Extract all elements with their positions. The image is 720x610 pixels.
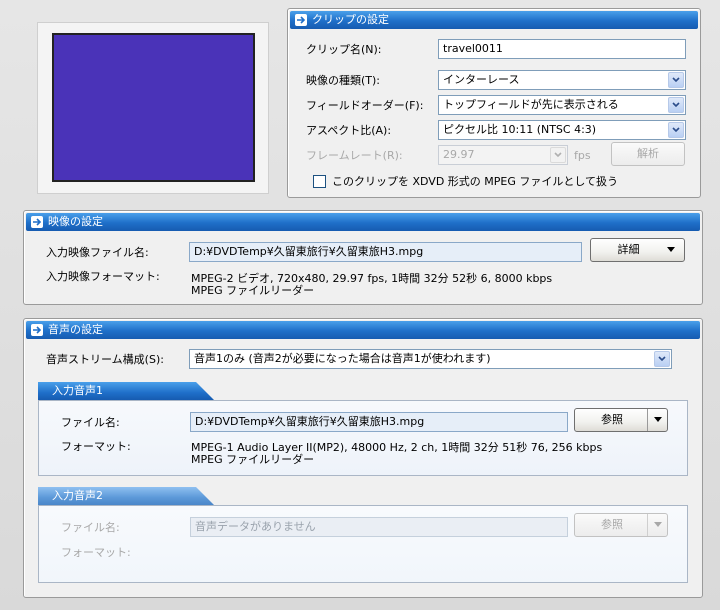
audio-settings-header: 音声の設定 [26, 321, 700, 339]
video-format-line2: MPEG ファイルリーダー [191, 284, 315, 297]
audio1-browse-label: 参照 [601, 413, 623, 426]
audio1-file-label: ファイル名: [61, 416, 120, 429]
framerate-unit: fps [574, 149, 591, 162]
aspect-select[interactable]: ピクセル比 10:11 (NTSC 4:3) [438, 120, 686, 140]
audio-settings-panel: 音声の設定 音声ストリーム構成(S): 音声1のみ (音声2が必要になった場合は… [23, 318, 703, 598]
analyze-button[interactable]: 解析 [611, 142, 685, 166]
field-order-select[interactable]: トップフィールドが先に表示される [438, 95, 686, 115]
triangle-down-icon[interactable] [647, 514, 667, 536]
arrow-right-icon [31, 324, 43, 336]
audio-stream-label: 音声ストリーム構成(S): [46, 353, 164, 366]
video-settings-title: 映像の設定 [48, 215, 103, 228]
chevron-down-icon[interactable] [668, 72, 684, 88]
audio2-file-input[interactable]: 音声データがありません [190, 517, 568, 537]
clip-name-label: クリップ名(N): [306, 43, 382, 56]
triangle-down-icon [666, 239, 676, 269]
chevron-down-icon[interactable] [550, 147, 566, 163]
video-preview [52, 33, 255, 182]
audio-stream-select[interactable]: 音声1のみ (音声2が必要になった場合は音声1が使われます) [189, 349, 672, 369]
audio2-format-label: フォーマット: [61, 546, 131, 559]
audio2-browse-label: 参照 [601, 518, 623, 531]
video-settings-panel: 映像の設定 入力映像ファイル名: D:¥DVDTemp¥久留東旅行¥久留東旅H3… [23, 210, 703, 305]
audio2-file-label: ファイル名: [61, 521, 120, 534]
audio-settings-title: 音声の設定 [48, 323, 103, 336]
video-format-label: 入力映像フォーマット: [46, 270, 160, 283]
framerate-label: フレームレート(R): [306, 149, 403, 162]
details-label: 詳細 [617, 243, 640, 256]
arrow-right-icon [295, 14, 307, 26]
input-audio1-tab: 入力音声1 [38, 382, 214, 400]
xdvd-checkbox-label: このクリップを XDVD 形式の MPEG ファイルとして扱う [332, 175, 619, 188]
video-type-value: インターレース [443, 73, 520, 86]
framerate-select[interactable]: 29.97 [438, 145, 568, 165]
video-file-input[interactable]: D:¥DVDTemp¥久留東旅行¥久留東旅H3.mpg [189, 242, 582, 262]
audio-stream-value: 音声1のみ (音声2が必要になった場合は音声1が使われます) [194, 352, 491, 365]
field-order-value: トップフィールドが先に表示される [443, 98, 619, 111]
video-type-label: 映像の種類(T): [306, 74, 381, 87]
audio1-format-line2: MPEG ファイルリーダー [191, 453, 315, 466]
details-button[interactable]: 詳細 [590, 238, 685, 262]
arrow-right-icon [31, 216, 43, 228]
video-file-label: 入力映像ファイル名: [46, 246, 149, 259]
audio1-browse-button[interactable]: 参照 [574, 408, 668, 432]
audio2-browse-button[interactable]: 参照 [574, 513, 668, 537]
input-audio2-tab: 入力音声2 [38, 487, 214, 505]
input-audio2-box: ファイル名: 音声データがありません 参照 フォーマット: [38, 505, 688, 583]
audio1-file-input[interactable]: D:¥DVDTemp¥久留東旅行¥久留東旅H3.mpg [190, 412, 568, 432]
audio1-format-label: フォーマット: [61, 440, 131, 453]
clip-settings-title: クリップの設定 [312, 13, 389, 26]
chevron-down-icon[interactable] [668, 97, 684, 113]
video-settings-header: 映像の設定 [26, 213, 700, 231]
clip-settings-header: クリップの設定 [290, 11, 698, 29]
chevron-down-icon[interactable] [654, 351, 670, 367]
aspect-label: アスペクト比(A): [306, 124, 392, 137]
clip-settings-panel: クリップの設定 クリップ名(N): travel0011 映像の種類(T): イ… [287, 8, 701, 198]
input-audio1-box: ファイル名: D:¥DVDTemp¥久留東旅行¥久留東旅H3.mpg 参照 フォ… [38, 400, 688, 476]
triangle-down-icon[interactable] [647, 409, 667, 431]
xdvd-checkbox[interactable] [313, 175, 326, 188]
chevron-down-icon[interactable] [668, 122, 684, 138]
video-type-select[interactable]: インターレース [438, 70, 686, 90]
field-order-label: フィールドオーダー(F): [306, 99, 424, 112]
framerate-value: 29.97 [443, 148, 475, 161]
preview-frame [37, 22, 269, 194]
clip-name-input[interactable]: travel0011 [438, 39, 686, 59]
aspect-value: ピクセル比 10:11 (NTSC 4:3) [443, 123, 597, 136]
